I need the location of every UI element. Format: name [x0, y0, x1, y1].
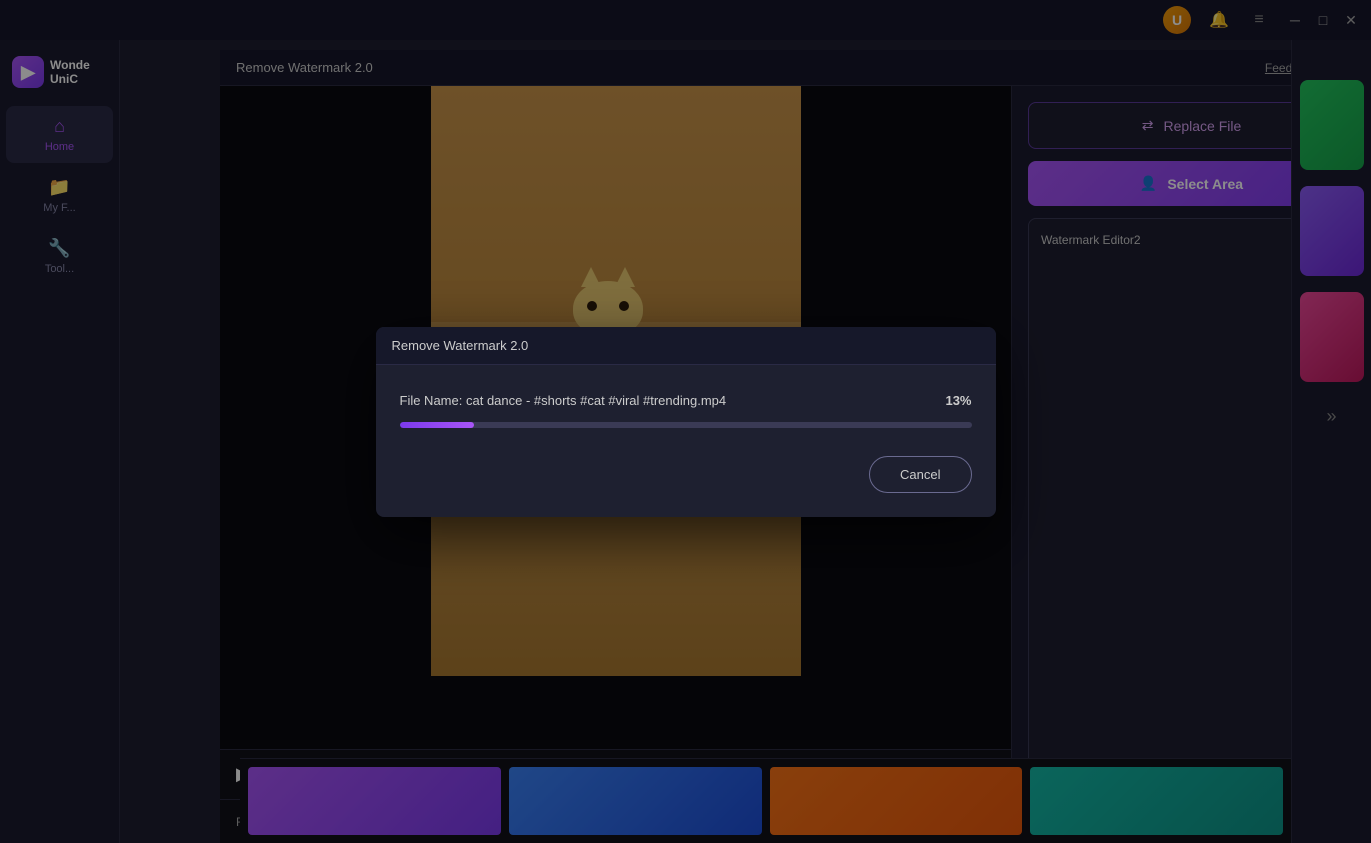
progress-file-row: File Name: cat dance - #shorts #cat #vir… [400, 393, 972, 408]
progress-percent: 13% [945, 393, 971, 408]
progress-track [400, 422, 972, 428]
progress-file-name: File Name: cat dance - #shorts #cat #vir… [400, 393, 727, 408]
progress-fill [400, 422, 474, 428]
progress-dialog: Remove Watermark 2.0 File Name: cat danc… [376, 327, 996, 517]
cancel-button[interactable]: Cancel [869, 456, 971, 493]
progress-dialog-title-bar: Remove Watermark 2.0 [376, 327, 996, 365]
progress-dialog-body: File Name: cat dance - #shorts #cat #vir… [376, 365, 996, 517]
progress-dialog-title: Remove Watermark 2.0 [392, 338, 529, 353]
dialog-overlay: Remove Watermark 2.0 File Name: cat danc… [0, 0, 1371, 843]
progress-actions: Cancel [400, 456, 972, 493]
